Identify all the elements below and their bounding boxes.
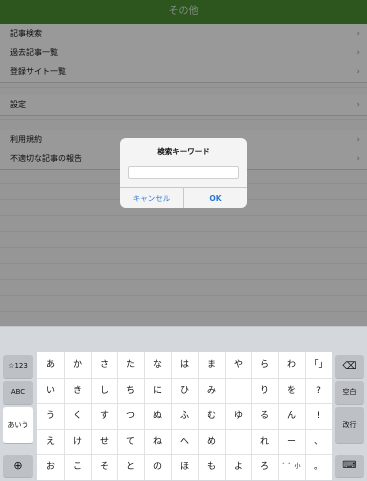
return-key[interactable]: 改行 <box>335 407 364 444</box>
kana-key[interactable]: た <box>117 352 144 378</box>
kana-mode-key[interactable]: あいう <box>3 407 33 444</box>
kana-key[interactable]: へ <box>171 429 198 455</box>
kana-key[interactable]: わ <box>278 352 305 378</box>
kana-key[interactable]: こ <box>64 454 91 480</box>
kana-key[interactable]: と <box>117 454 144 480</box>
kana-key[interactable]: な <box>144 352 171 378</box>
kana-key[interactable]: ゆ <box>225 403 252 429</box>
kana-key[interactable]: み <box>198 378 225 404</box>
kana-key[interactable]: を <box>278 378 305 404</box>
kana-key[interactable]: の <box>144 454 171 480</box>
search-dialog: 検索キーワード キャンセル OK <box>120 138 247 208</box>
kana-key[interactable]: は <box>171 352 198 378</box>
dialog-title: 検索キーワード <box>157 147 210 156</box>
kana-key[interactable]: ん <box>278 403 305 429</box>
keyboard-dismiss-icon[interactable]: ⌨ <box>335 455 364 478</box>
kana-key[interactable]: ほ <box>171 454 198 480</box>
kana-key[interactable]: ー <box>278 429 305 455</box>
kana-key[interactable]: く <box>64 403 91 429</box>
kana-key[interactable]: ふ <box>171 403 198 429</box>
kana-key <box>225 378 252 404</box>
kana-key[interactable]: ぬ <box>144 403 171 429</box>
kana-key[interactable]: る <box>251 403 278 429</box>
search-keyword-input[interactable] <box>128 166 239 179</box>
numbers-mode-key[interactable]: ☆123 <box>3 355 33 379</box>
kana-key[interactable]: ? <box>305 378 332 404</box>
cancel-button[interactable]: キャンセル <box>120 188 184 208</box>
kana-key[interactable]: ち <box>117 378 144 404</box>
kana-key[interactable]: て <box>117 429 144 455</box>
kana-key[interactable]: ま <box>198 352 225 378</box>
kana-key[interactable]: ひ <box>171 378 198 404</box>
kana-key[interactable]: け <box>64 429 91 455</box>
kana-key[interactable]: 、 <box>305 429 332 455</box>
kana-key[interactable]: ろ <box>251 454 278 480</box>
abc-mode-key[interactable]: ABC <box>3 381 33 405</box>
dialog-buttons: キャンセル OK <box>120 187 247 208</box>
space-key[interactable]: 空白 <box>335 381 364 405</box>
kana-key[interactable]: う <box>37 403 64 429</box>
kana-key[interactable]: ね <box>144 429 171 455</box>
kana-key[interactable]: い <box>37 378 64 404</box>
kana-key[interactable]: し <box>91 378 118 404</box>
kana-key[interactable]: め <box>198 429 225 455</box>
kana-key[interactable]: あ <box>37 352 64 378</box>
kana-key[interactable]: む <box>198 403 225 429</box>
kana-key[interactable]: ら <box>251 352 278 378</box>
kana-key[interactable]: れ <box>251 429 278 455</box>
kana-key[interactable]: り <box>251 378 278 404</box>
kana-key[interactable]: さ <box>91 352 118 378</box>
kana-key[interactable]: ! <box>305 403 332 429</box>
kana-key[interactable]: そ <box>91 454 118 480</box>
kana-key[interactable]: ゛゜小 <box>278 454 305 480</box>
kana-key[interactable]: お <box>37 454 64 480</box>
kana-key[interactable]: よ <box>225 454 252 480</box>
ok-button[interactable]: OK <box>184 188 247 208</box>
backspace-icon[interactable]: ⌫ <box>335 355 364 379</box>
kana-key <box>225 429 252 455</box>
kana-key[interactable]: や <box>225 352 252 378</box>
kana-key[interactable]: え <box>37 429 64 455</box>
kana-key[interactable]: す <box>91 403 118 429</box>
kana-key[interactable]: つ <box>117 403 144 429</box>
kana-key[interactable]: 。 <box>305 454 332 480</box>
kana-key[interactable]: に <box>144 378 171 404</box>
kana-key[interactable]: か <box>64 352 91 378</box>
globe-icon[interactable]: ⊕ <box>3 455 33 478</box>
kana-key[interactable]: 「」 <box>305 352 332 378</box>
kana-key[interactable]: き <box>64 378 91 404</box>
kana-key[interactable]: も <box>198 454 225 480</box>
kana-key[interactable]: せ <box>91 429 118 455</box>
